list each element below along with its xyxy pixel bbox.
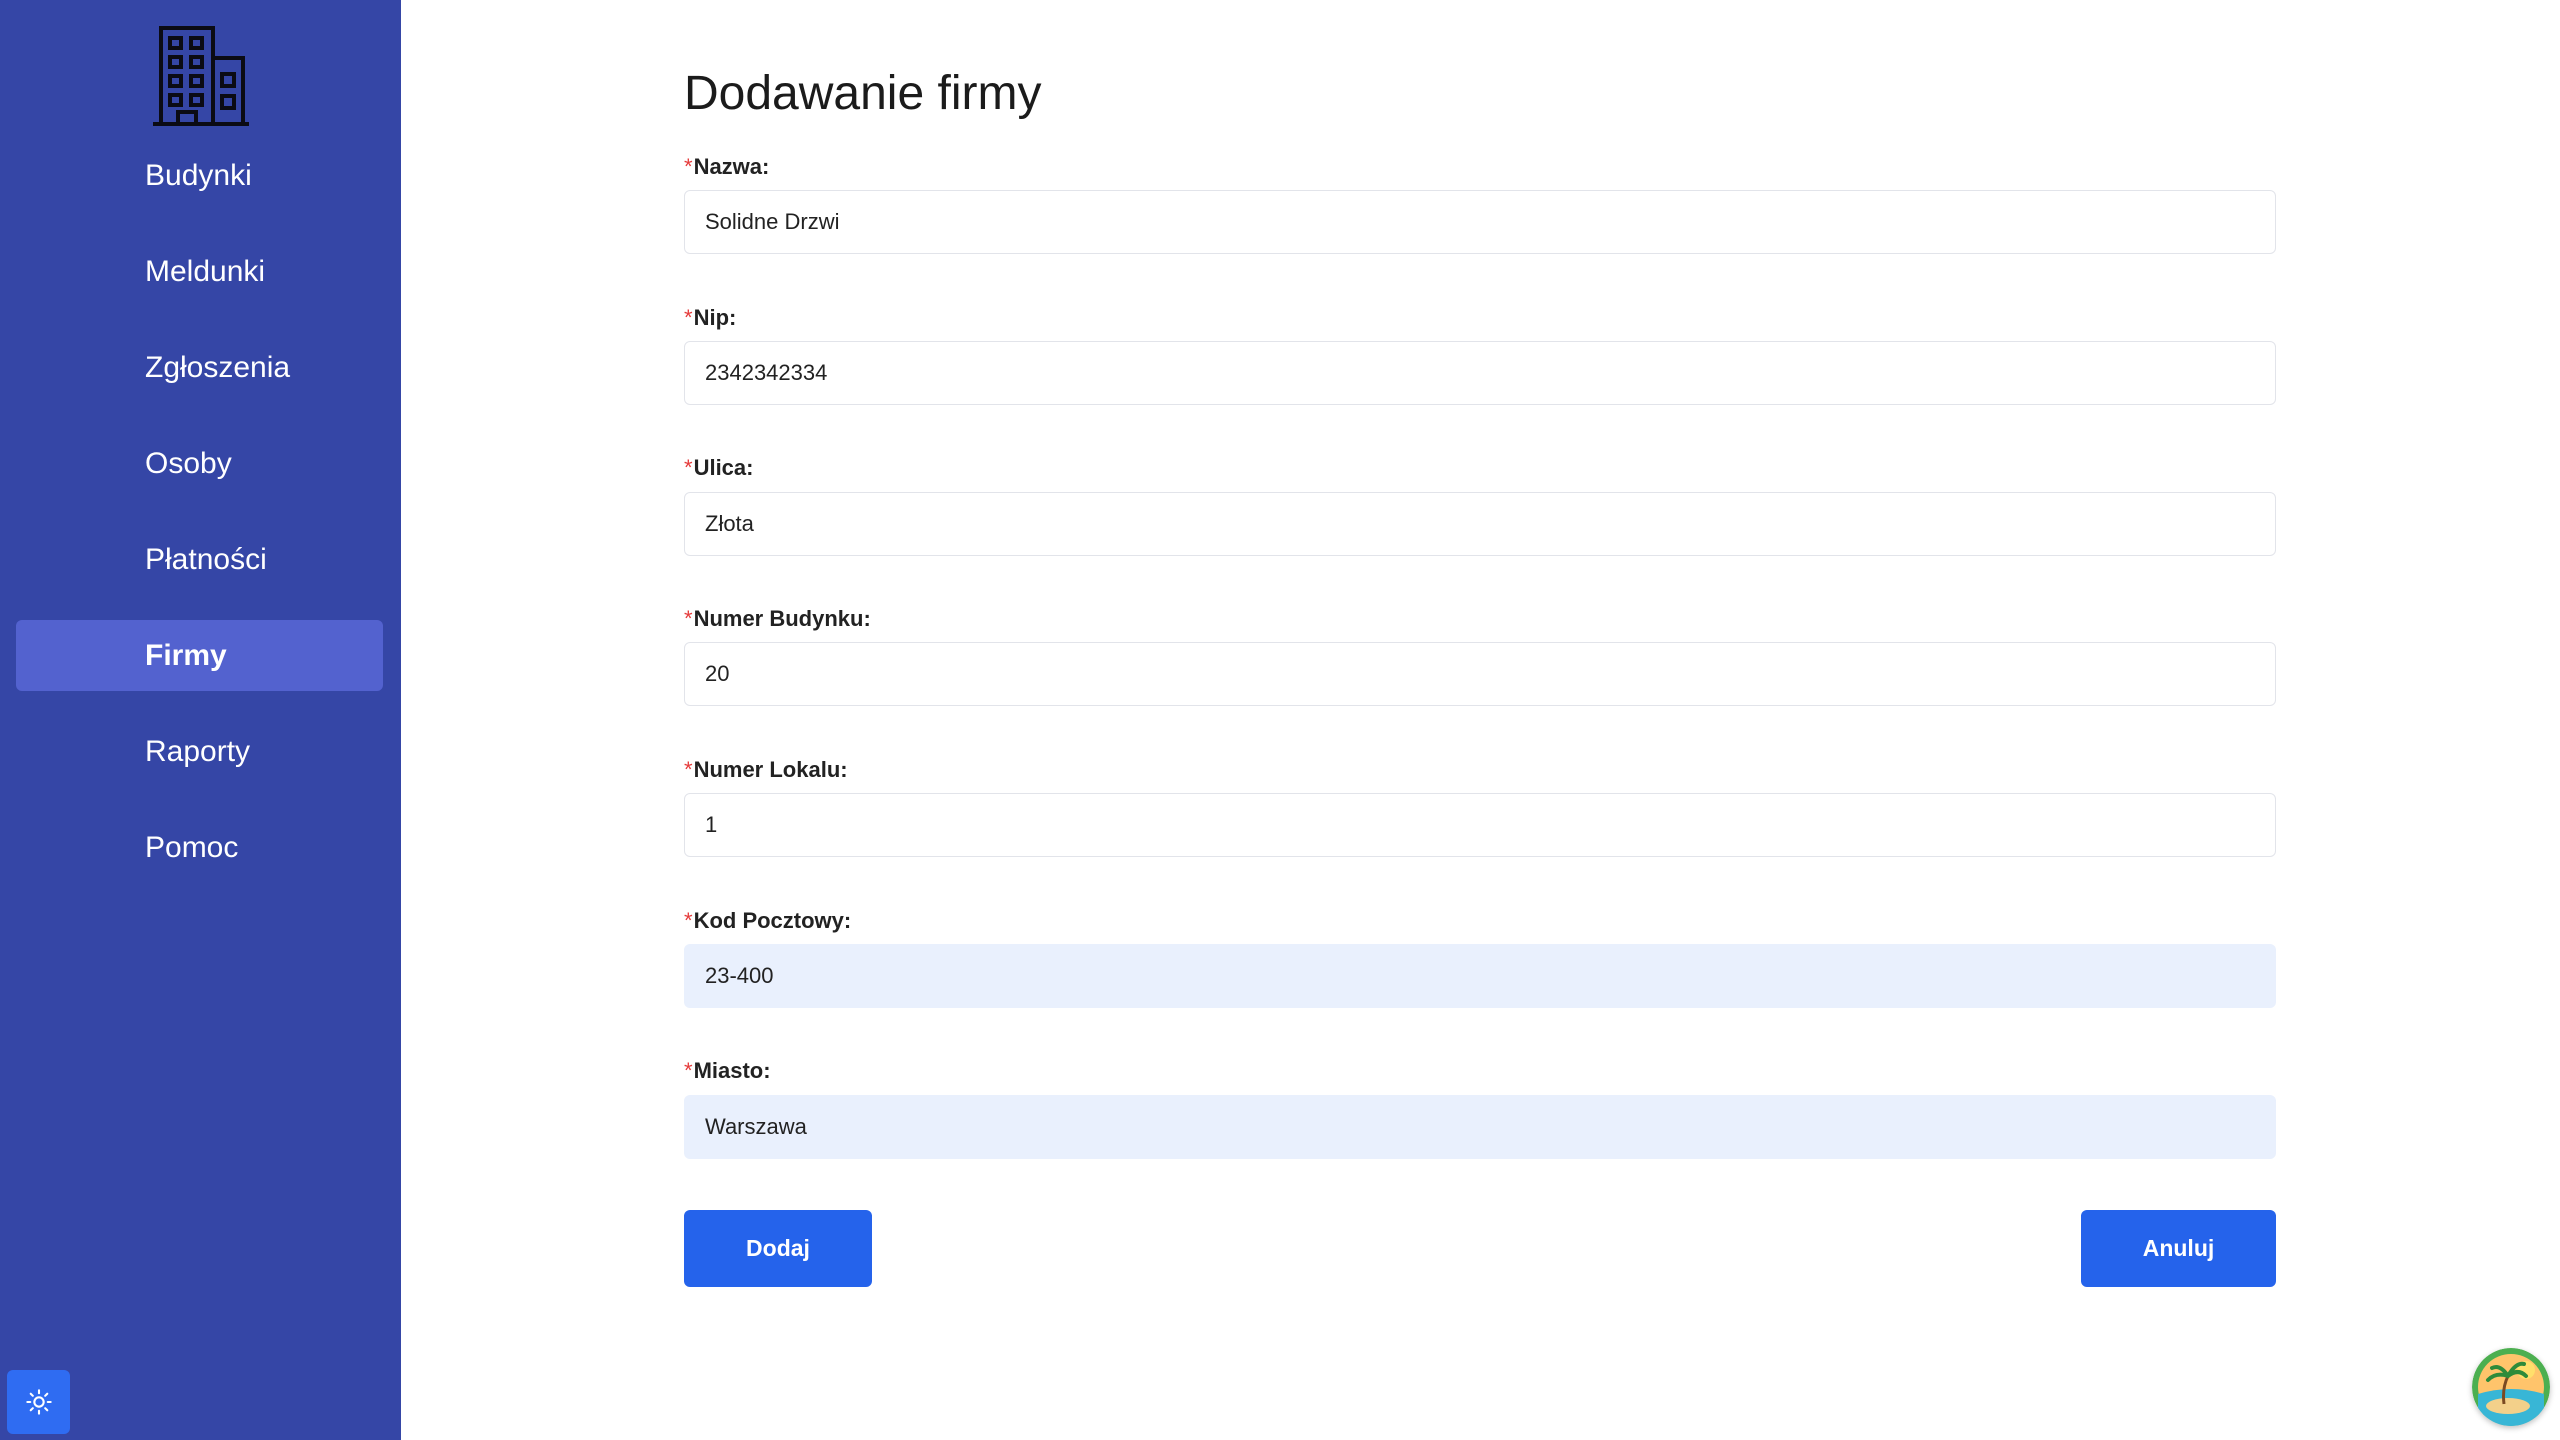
required-marker: * bbox=[684, 455, 693, 480]
anuluj-button[interactable]: Anuluj bbox=[2081, 1210, 2276, 1287]
theme-toggle-button[interactable] bbox=[7, 1370, 70, 1434]
sidebar-item-budynki[interactable]: Budynki bbox=[16, 140, 383, 211]
field-label-numer-lokalu: *Numer Lokalu: bbox=[684, 757, 848, 782]
field-label-nazwa: *Nazwa: bbox=[684, 154, 770, 179]
sidebar-item-raporty[interactable]: Raporty bbox=[16, 716, 383, 787]
miasto-input[interactable] bbox=[684, 1095, 2276, 1159]
required-marker: * bbox=[684, 908, 693, 933]
nip-input[interactable] bbox=[684, 341, 2276, 405]
required-marker: * bbox=[684, 757, 693, 782]
required-marker: * bbox=[684, 1058, 693, 1083]
numer-lokalu-input[interactable] bbox=[684, 793, 2276, 857]
required-marker: * bbox=[684, 606, 693, 631]
sidebar: Budynki Meldunki Zgłoszenia Osoby Płatno… bbox=[0, 0, 401, 1440]
page-title: Dodawanie firmy bbox=[684, 67, 1042, 120]
kod-pocztowy-input[interactable] bbox=[684, 944, 2276, 1008]
building-icon bbox=[153, 26, 249, 126]
sun-icon bbox=[25, 1389, 52, 1415]
field-label-kod-pocztowy: *Kod Pocztowy: bbox=[684, 908, 852, 933]
field-label-numer-budynku: *Numer Budynku: bbox=[684, 606, 871, 631]
sidebar-item-platnosci[interactable]: Płatności bbox=[16, 524, 383, 595]
field-label-nip: *Nip: bbox=[684, 305, 737, 330]
required-marker: * bbox=[684, 154, 693, 179]
nazwa-input[interactable] bbox=[684, 190, 2276, 254]
sidebar-item-firmy[interactable]: Firmy bbox=[16, 620, 383, 691]
required-marker: * bbox=[684, 305, 693, 330]
sidebar-item-meldunki[interactable]: Meldunki bbox=[16, 236, 383, 307]
numer-budynku-input[interactable] bbox=[684, 642, 2276, 706]
sidebar-item-osoby[interactable]: Osoby bbox=[16, 428, 383, 499]
dodaj-button[interactable]: Dodaj bbox=[684, 1210, 872, 1287]
ulica-input[interactable] bbox=[684, 492, 2276, 556]
field-label-ulica: *Ulica: bbox=[684, 455, 754, 480]
sidebar-item-zgloszenia[interactable]: Zgłoszenia bbox=[16, 332, 383, 403]
island-avatar-icon[interactable] bbox=[2472, 1348, 2550, 1426]
sidebar-item-pomoc[interactable]: Pomoc bbox=[16, 812, 383, 883]
field-label-miasto: *Miasto: bbox=[684, 1058, 771, 1083]
